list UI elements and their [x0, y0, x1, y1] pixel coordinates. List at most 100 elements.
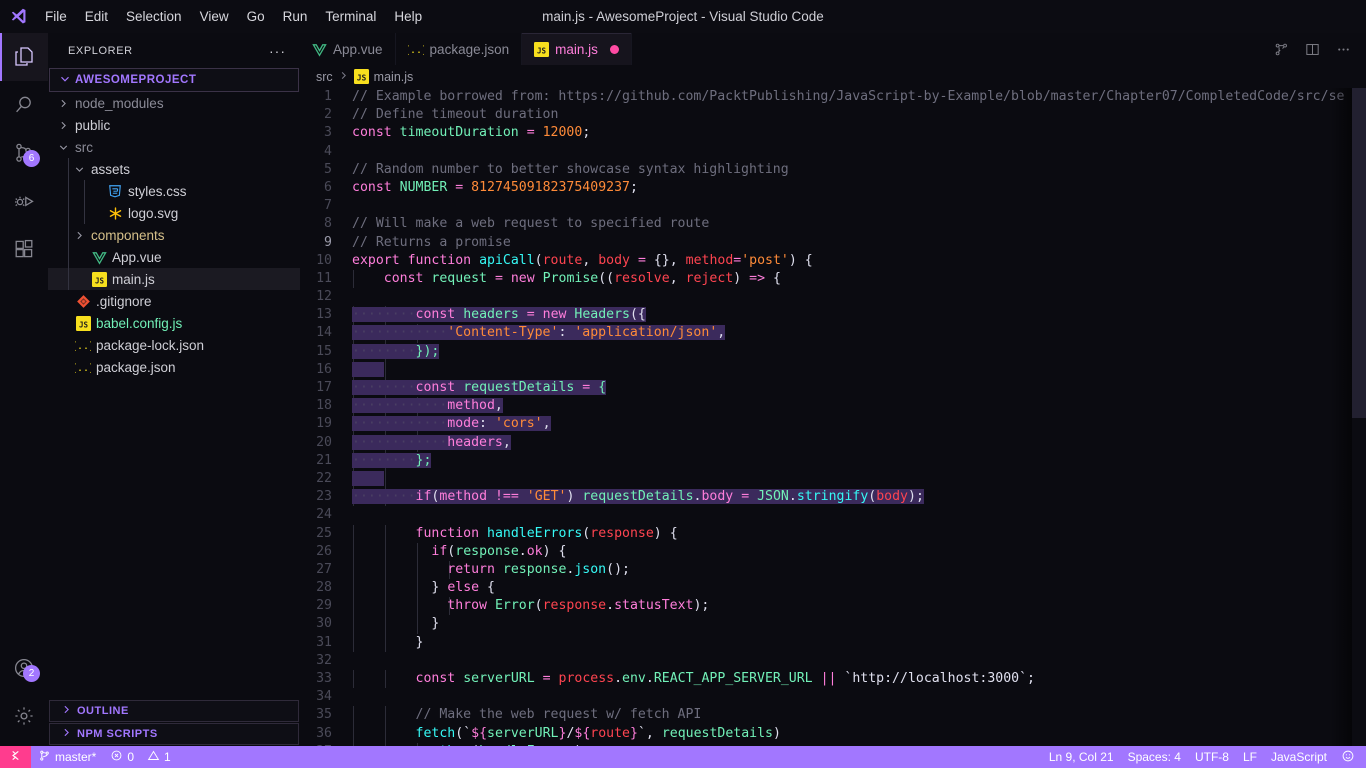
code-content[interactable]: 1// Example borrowed from: https://githu…: [300, 88, 1366, 746]
code-line-text[interactable]: ············'Content-Type': 'application…: [352, 324, 1366, 342]
split-editor-icon[interactable]: [1304, 41, 1321, 58]
status-problems[interactable]: 0 1: [103, 746, 177, 768]
activitybar-item-explorer[interactable]: [0, 33, 48, 81]
sidebar-more-actions-icon[interactable]: ···: [263, 43, 292, 59]
tree-item-public[interactable]: public: [48, 114, 300, 136]
code-line[interactable]: 16: [300, 361, 1366, 379]
menu-selection[interactable]: Selection: [117, 5, 191, 29]
editor-tabs[interactable]: App.vue{..}package.jsonJSmain.js: [300, 33, 632, 65]
code-line[interactable]: 24: [300, 506, 1366, 524]
code-line-text[interactable]: ············headers,: [352, 434, 1366, 452]
code-line[interactable]: 37 .then(handleErrors): [300, 743, 1366, 746]
menu-file[interactable]: File: [36, 5, 76, 29]
code-line[interactable]: 5// Random number to better showcase syn…: [300, 161, 1366, 179]
code-line[interactable]: 19············mode: 'cors',: [300, 415, 1366, 433]
panel-npm-scripts[interactable]: NPM SCRIPTS: [49, 723, 299, 745]
code-line[interactable]: 9// Returns a promise: [300, 234, 1366, 252]
code-line-text[interactable]: // Make the web request w/ fetch API: [352, 706, 1366, 724]
code-line-text[interactable]: fetch(`${serverURL}/${route}`, requestDe…: [352, 725, 1366, 743]
code-line-text[interactable]: // Define timeout duration: [352, 106, 1366, 124]
activitybar-item-search[interactable]: [0, 81, 48, 129]
code-line[interactable]: 10export function apiCall(route, body = …: [300, 252, 1366, 270]
menu-bar[interactable]: File Edit Selection View Go Run Terminal…: [36, 5, 431, 29]
code-line-text[interactable]: const timeoutDuration = 12000;: [352, 124, 1366, 142]
panel-outline[interactable]: OUTLINE: [49, 700, 299, 722]
code-line[interactable]: 12: [300, 288, 1366, 306]
code-line[interactable]: 6const NUMBER = 81274509182375409237;: [300, 179, 1366, 197]
code-line-text[interactable]: }: [352, 615, 1366, 633]
status-eol[interactable]: LF: [1236, 746, 1264, 768]
code-line[interactable]: 7: [300, 197, 1366, 215]
code-line[interactable]: 26 if(response.ok) {: [300, 543, 1366, 561]
breadcrumb-item-src[interactable]: src: [316, 70, 333, 84]
editor-tab-app-vue[interactable]: App.vue: [300, 33, 396, 65]
tree-item-app-vue[interactable]: App.vue: [48, 246, 300, 268]
status-remote-button[interactable]: [0, 746, 31, 768]
tree-item-assets[interactable]: assets: [48, 158, 300, 180]
code-line-text[interactable]: const NUMBER = 81274509182375409237;: [352, 179, 1366, 197]
menu-edit[interactable]: Edit: [76, 5, 117, 29]
more-actions-icon[interactable]: [1335, 41, 1352, 58]
code-line[interactable]: 1// Example borrowed from: https://githu…: [300, 88, 1366, 106]
code-line[interactable]: 32: [300, 652, 1366, 670]
menu-terminal[interactable]: Terminal: [316, 5, 385, 29]
code-line-text[interactable]: ············mode: 'cors',: [352, 415, 1366, 433]
status-cursor-position[interactable]: Ln 9, Col 21: [1042, 746, 1121, 768]
status-encoding[interactable]: UTF-8: [1188, 746, 1236, 768]
code-line-text[interactable]: [352, 470, 1366, 488]
code-line[interactable]: 23········if(method !== 'GET') requestDe…: [300, 488, 1366, 506]
tree-root-awesomeproject[interactable]: AWESOMEPROJECT: [49, 68, 299, 92]
activitybar-item-accounts[interactable]: 2: [0, 644, 48, 692]
breadcrumb[interactable]: src JS main.js: [300, 65, 1366, 88]
tree-item-package-lock-json[interactable]: {..}package-lock.json: [48, 334, 300, 356]
code-line[interactable]: 36 fetch(`${serverURL}/${route}`, reques…: [300, 725, 1366, 743]
code-line[interactable]: 25 function handleErrors(response) {: [300, 525, 1366, 543]
menu-go[interactable]: Go: [238, 5, 274, 29]
code-line-text[interactable]: export function apiCall(route, body = {}…: [352, 252, 1366, 270]
activitybar-item-source-control[interactable]: 6: [0, 129, 48, 177]
code-line[interactable]: 11 const request = new Promise((resolve,…: [300, 270, 1366, 288]
code-line[interactable]: 17········const requestDetails = {: [300, 379, 1366, 397]
code-line-text[interactable]: ········};: [352, 452, 1366, 470]
code-line[interactable]: 15········});: [300, 343, 1366, 361]
activitybar-item-extensions[interactable]: [0, 225, 48, 273]
code-line[interactable]: 20············headers,: [300, 434, 1366, 452]
menu-run[interactable]: Run: [274, 5, 317, 29]
activitybar-item-run-and-debug[interactable]: [0, 177, 48, 225]
code-line-text[interactable]: return response.json();: [352, 561, 1366, 579]
tree-item-logo-svg[interactable]: logo.svg: [48, 202, 300, 224]
code-line[interactable]: 21········};: [300, 452, 1366, 470]
code-line-text[interactable]: if(response.ok) {: [352, 543, 1366, 561]
tree-item-package-json[interactable]: {..}package.json: [48, 356, 300, 378]
code-editor[interactable]: 1// Example borrowed from: https://githu…: [300, 88, 1366, 746]
code-line-text[interactable]: ········});: [352, 343, 1366, 361]
code-scroll-region[interactable]: 1// Example borrowed from: https://githu…: [300, 88, 1366, 746]
tree-item-node-modules[interactable]: node_modules: [48, 92, 300, 114]
code-line-text[interactable]: // Example borrowed from: https://github…: [352, 88, 1366, 106]
code-line[interactable]: 4: [300, 143, 1366, 161]
editor-scrollbar-thumb[interactable]: [1352, 88, 1366, 418]
menu-help[interactable]: Help: [385, 5, 431, 29]
code-line-text[interactable]: const serverURL = process.env.REACT_APP_…: [352, 670, 1366, 688]
editor-vertical-scrollbar[interactable]: [1352, 88, 1366, 746]
code-line[interactable]: 27 return response.json();: [300, 561, 1366, 579]
code-line-text[interactable]: // Will make a web request to specified …: [352, 215, 1366, 233]
code-line[interactable]: 30 }: [300, 615, 1366, 633]
code-line[interactable]: 14············'Content-Type': 'applicati…: [300, 324, 1366, 342]
tree-item-components[interactable]: components: [48, 224, 300, 246]
status-feedback[interactable]: [1334, 746, 1362, 768]
code-line-text[interactable]: const request = new Promise((resolve, re…: [352, 270, 1366, 288]
split-editor-right-icon[interactable]: [1273, 41, 1290, 58]
code-line-text[interactable]: [352, 361, 1366, 379]
code-line[interactable]: 18············method,: [300, 397, 1366, 415]
breadcrumb-item-mainjs[interactable]: main.js: [374, 70, 414, 84]
code-line-text[interactable]: ········const headers = new Headers({: [352, 306, 1366, 324]
tree-item-src[interactable]: src: [48, 136, 300, 158]
code-line-text[interactable]: ············method,: [352, 397, 1366, 415]
status-indentation[interactable]: Spaces: 4: [1121, 746, 1188, 768]
menu-view[interactable]: View: [191, 5, 238, 29]
status-language-mode[interactable]: JavaScript: [1264, 746, 1334, 768]
code-line-text[interactable]: function handleErrors(response) {: [352, 525, 1366, 543]
code-line-text[interactable]: ········const requestDetails = {: [352, 379, 1366, 397]
code-line-text[interactable]: throw Error(response.statusText);: [352, 597, 1366, 615]
